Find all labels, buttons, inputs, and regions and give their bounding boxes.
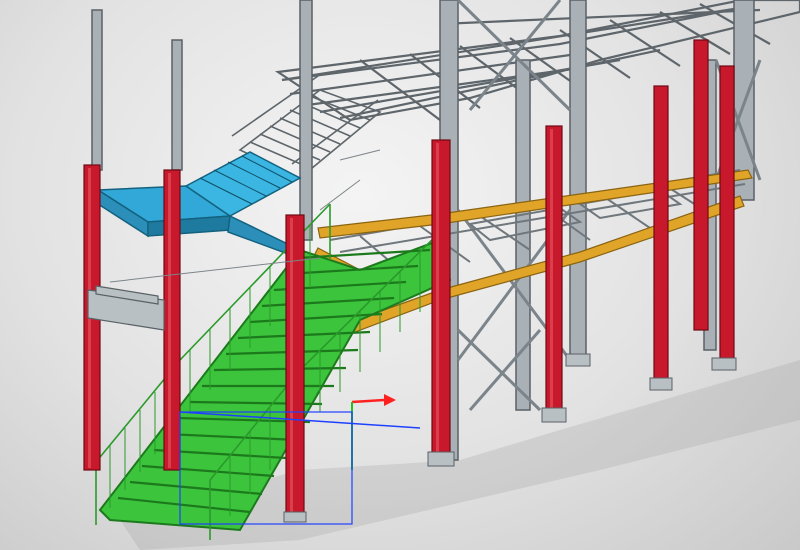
cad-3d-viewport[interactable]: [0, 0, 800, 550]
stair-landing[interactable]: [95, 151, 313, 264]
steel-structure-model[interactable]: [0, 0, 800, 550]
